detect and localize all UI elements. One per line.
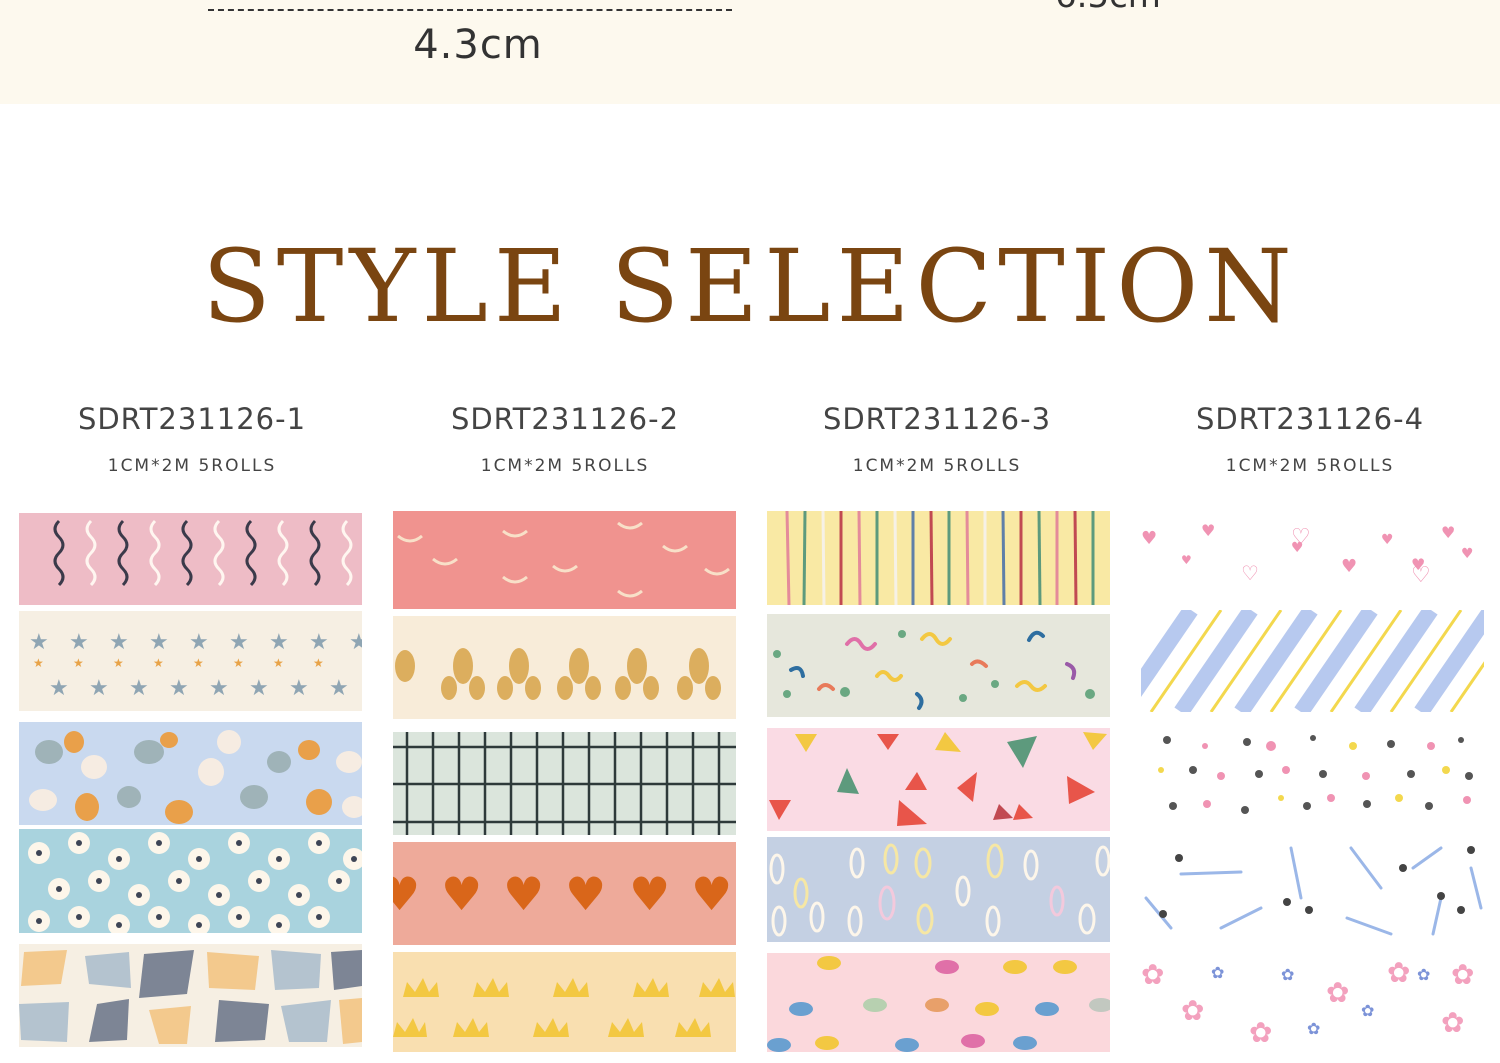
svg-text:★: ★	[273, 656, 284, 670]
svg-text:★: ★	[149, 630, 169, 655]
svg-text:♥: ♥	[393, 867, 420, 921]
tape-1-mosaic[interactable]	[19, 944, 362, 1047]
svg-text:♥: ♥	[1201, 521, 1215, 540]
svg-text:✿: ✿	[1441, 1006, 1464, 1039]
svg-text:♥: ♥	[629, 867, 670, 921]
svg-text:✿: ✿	[1307, 1019, 1320, 1038]
svg-text:✿: ✿	[1417, 965, 1430, 984]
svg-text:★: ★	[153, 656, 164, 670]
svg-text:♡: ♡	[1291, 525, 1311, 550]
svg-text:★: ★	[269, 630, 289, 655]
tape-2-hearts[interactable]: ♥ ♥ ♥ ♥ ♥ ♥	[393, 842, 736, 945]
svg-text:♥: ♥	[1381, 532, 1394, 548]
svg-text:★: ★	[289, 676, 309, 701]
svg-text:★: ★	[349, 630, 362, 655]
svg-text:✿: ✿	[1387, 956, 1410, 989]
tape-4-speckles[interactable]	[1141, 726, 1484, 830]
height-dimension-label: 6.5cm	[1008, 0, 1208, 16]
svg-text:★: ★	[249, 676, 269, 701]
dimension-band: 4.3cm 6.5cm	[0, 0, 1500, 104]
svg-text:♥: ♥	[565, 867, 606, 921]
svg-text:♡: ♡	[1411, 563, 1431, 588]
svg-text:♥: ♥	[503, 867, 544, 921]
svg-text:★: ★	[73, 656, 84, 670]
svg-text:✿: ✿	[1361, 1001, 1374, 1020]
svg-text:♥: ♥	[1141, 528, 1157, 549]
style-code-1: SDRT231126-1	[77, 402, 307, 436]
svg-text:★: ★	[113, 656, 124, 670]
tape-2-grid[interactable]	[393, 732, 736, 835]
tape-1-daisies[interactable]	[19, 829, 362, 933]
style-spec-1: 1CM*2M 5ROLLS	[107, 456, 277, 476]
style-code-2: SDRT231126-2	[450, 402, 680, 436]
tape-2-crowns[interactable]	[393, 952, 736, 1052]
svg-text:★: ★	[69, 630, 89, 655]
svg-text:★: ★	[233, 656, 244, 670]
svg-text:★: ★	[49, 676, 69, 701]
tape-3-stripes[interactable]	[767, 511, 1110, 605]
svg-text:✿: ✿	[1181, 994, 1204, 1027]
svg-text:★: ★	[129, 676, 149, 701]
style-spec-4: 1CM*2M 5ROLLS	[1225, 456, 1395, 476]
svg-text:★: ★	[29, 630, 49, 655]
tape-4-flowers[interactable]: ✿ ✿ ✿ ✿ ✿ ✿ ✿ ✿ ✿ ✿ ✿ ✿	[1141, 952, 1484, 1048]
svg-text:★: ★	[169, 676, 189, 701]
svg-text:♡: ♡	[1241, 561, 1259, 585]
tape-1-wavy-lines[interactable]	[19, 513, 362, 605]
tape-3-loops[interactable]	[767, 837, 1110, 942]
svg-text:♥: ♥	[441, 867, 482, 921]
svg-text:★: ★	[193, 656, 204, 670]
tape-4-small-hearts[interactable]: ♥ ♥ ♡ ♥ ♥ ♥ ♥ ♥ ♥ ♡ ♡ ♥	[1141, 514, 1484, 606]
style-spec-3: 1CM*2M 5ROLLS	[852, 456, 1022, 476]
section-title: STYLE SELECTION	[202, 228, 1298, 345]
tape-4-twigs[interactable]	[1141, 838, 1484, 942]
width-dimension-label: 4.3cm	[413, 22, 543, 68]
svg-text:★: ★	[209, 676, 229, 701]
tape-2-leaves[interactable]	[393, 616, 736, 719]
tape-3-dots[interactable]	[767, 953, 1110, 1052]
svg-text:✿: ✿	[1249, 1016, 1272, 1048]
svg-text:✿: ✿	[1281, 965, 1294, 984]
svg-text:✿: ✿	[1211, 963, 1224, 982]
svg-text:♥: ♥	[691, 867, 732, 921]
dimension-line	[208, 9, 732, 11]
svg-text:♥: ♥	[1441, 523, 1455, 542]
svg-text:♥: ♥	[1341, 556, 1357, 577]
tape-3-triangles[interactable]	[767, 728, 1110, 831]
tape-1-stars[interactable]: ★ ★ ★ ★ ★ ★ ★ ★ ★ ★ ★ ★ ★ ★ ★ ★ ★ ★ ★ ★ ★ ★ ★ ★ ★	[19, 611, 362, 711]
svg-text:★: ★	[229, 630, 249, 655]
svg-text:★: ★	[189, 630, 209, 655]
style-code-4: SDRT231126-4	[1195, 402, 1425, 436]
svg-text:✿: ✿	[1141, 958, 1164, 991]
svg-text:★: ★	[329, 676, 349, 701]
svg-text:★: ★	[33, 656, 44, 670]
svg-text:✿: ✿	[1326, 976, 1349, 1009]
style-code-3: SDRT231126-3	[822, 402, 1052, 436]
svg-text:★: ★	[89, 676, 109, 701]
style-spec-2: 1CM*2M 5ROLLS	[480, 456, 650, 476]
svg-text:♥: ♥	[1461, 546, 1474, 562]
svg-text:♥: ♥	[1181, 553, 1192, 567]
tape-1-pebbles[interactable]	[19, 722, 362, 825]
svg-text:★: ★	[313, 656, 324, 670]
svg-text:✿: ✿	[1451, 958, 1474, 991]
tape-3-confetti[interactable]	[767, 614, 1110, 717]
svg-text:★: ★	[109, 630, 129, 655]
tape-2-eyelashes[interactable]	[393, 511, 736, 609]
svg-text:★: ★	[309, 630, 329, 655]
tape-4-diagonal-stripes[interactable]	[1141, 610, 1484, 712]
